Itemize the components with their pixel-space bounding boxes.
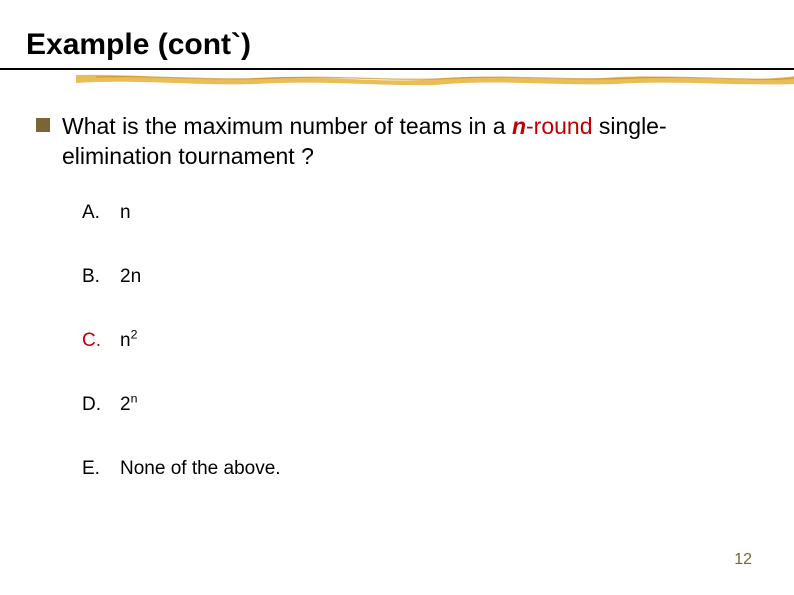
brush-stroke-icon xyxy=(76,72,794,86)
answer-options: A. n B. 2n C. n2 D. 2n xyxy=(82,202,758,480)
option-c-sup: 2 xyxy=(131,327,138,341)
option-letter-b: B. xyxy=(82,266,102,288)
option-d-sup: n xyxy=(131,391,138,405)
question-row: What is the maximum number of teams in a… xyxy=(36,112,758,172)
option-d: D. 2n xyxy=(82,394,758,416)
option-value-c: n2 xyxy=(120,330,137,352)
option-b-base: 2 xyxy=(120,266,131,287)
option-e: E. None of the above. xyxy=(82,458,758,480)
option-letter-c: C. xyxy=(82,330,102,352)
option-c-base: n xyxy=(120,330,131,351)
question-middle: -round xyxy=(526,113,592,139)
thin-rule xyxy=(0,68,794,70)
option-letter-e: E. xyxy=(82,458,102,480)
square-bullet-icon xyxy=(36,118,50,132)
question-variable-n: n xyxy=(512,113,526,139)
page-number: 12 xyxy=(734,551,752,569)
option-b: B. 2n xyxy=(82,266,758,288)
option-letter-d: D. xyxy=(82,394,102,416)
question-prefix: What is the maximum number of teams in a xyxy=(62,113,512,139)
slide-title: Example (cont`) xyxy=(26,28,758,62)
question-text: What is the maximum number of teams in a… xyxy=(62,112,732,172)
option-c: C. n2 xyxy=(82,330,758,352)
option-value-a: n xyxy=(120,202,131,224)
option-value-e: None of the above. xyxy=(120,458,281,480)
option-a: A. n xyxy=(82,202,758,224)
option-value-b: 2n xyxy=(120,266,141,288)
option-d-base: 2 xyxy=(120,394,131,415)
option-letter-a: A. xyxy=(82,202,102,224)
option-value-d: 2n xyxy=(120,394,137,416)
title-underline xyxy=(36,68,758,84)
option-b-plain: n xyxy=(131,266,142,287)
